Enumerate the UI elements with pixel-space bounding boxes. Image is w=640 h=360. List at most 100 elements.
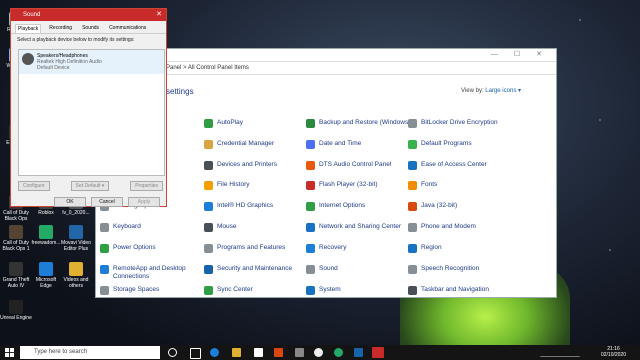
control-panel-item[interactable]: Flash Player (32-bit)	[306, 181, 416, 190]
control-panel-item[interactable]: Storage Spaces	[100, 286, 210, 295]
desktop-icon-label: Call of Duty Black Ops 1	[2, 240, 30, 252]
maximize-icon[interactable]: ☐	[514, 49, 520, 61]
control-panel-item[interactable]: Credential Manager	[204, 140, 314, 149]
windows-start-icon[interactable]	[5, 348, 14, 357]
desktop-icon-label: Unreal Engine	[0, 315, 32, 321]
view-by[interactable]: View by: Large icons ▾	[461, 87, 521, 94]
control-panel-item[interactable]: BitLocker Drive Encryption	[408, 119, 518, 128]
clock-date: 02/10/2020	[600, 352, 626, 358]
control-panel-item[interactable]: Region	[408, 244, 518, 253]
control-panel-item-icon	[408, 286, 417, 295]
app-icon[interactable]	[274, 348, 283, 357]
control-panel-item[interactable]: Sync Center	[204, 286, 314, 295]
app-icon[interactable]	[314, 348, 323, 357]
view-by-dropdown[interactable]: Large icons ▾	[485, 88, 521, 94]
control-panel-item-icon	[408, 181, 417, 190]
desktop-icon[interactable]: freewadom...	[30, 225, 62, 246]
ok-button[interactable]: OK	[54, 197, 86, 207]
configure-button[interactable]: Configure	[18, 181, 50, 191]
control-panel-item[interactable]: Fonts	[408, 181, 518, 190]
control-panel-item[interactable]: Network and Sharing Center	[306, 223, 416, 232]
control-panel-item-icon	[204, 161, 213, 170]
desktop-icon-label: Grand Theft Auto IV	[2, 277, 30, 289]
control-panel-item-icon	[100, 223, 109, 232]
taskbar-search[interactable]: Type here to search	[20, 346, 160, 359]
control-panel-item[interactable]: Backup and Restore (Windows 7)	[306, 119, 416, 128]
control-panel-item[interactable]: Sound	[306, 265, 416, 274]
breadcrumb[interactable]: Panel > All Control Panel Items	[166, 65, 249, 71]
control-panel-item-icon	[408, 223, 417, 232]
control-panel-item[interactable]: Default Programs	[408, 140, 518, 149]
cancel-button[interactable]: Cancel	[91, 197, 123, 207]
desktop-icon[interactable]: Movavi Video Editor Plus	[60, 225, 92, 252]
control-panel-item[interactable]: System	[306, 286, 416, 295]
control-panel-item[interactable]: Recovery	[306, 244, 416, 253]
control-panel-item-icon	[204, 181, 213, 190]
control-panel-item[interactable]: Date and Time	[306, 140, 416, 149]
desktop-icon[interactable]: Call of Duty Black Ops 1	[0, 225, 32, 252]
tab-sounds[interactable]: Sounds	[80, 24, 101, 33]
control-panel-item-label: Speech Recognition	[421, 265, 480, 272]
system-tray-icons[interactable]	[540, 349, 580, 357]
desktop-icon[interactable]: Unreal Engine	[0, 300, 32, 321]
control-panel-item-icon	[408, 161, 417, 170]
search-input[interactable]: Type here to search	[34, 349, 87, 355]
control-panel-item[interactable]: DTS Audio Control Panel	[306, 161, 416, 170]
taskbar-clock[interactable]: 21:16 02/10/2020	[601, 346, 626, 358]
control-panel-item[interactable]: Security and Maintenance	[204, 265, 314, 274]
task-switch-icon[interactable]	[190, 348, 201, 359]
control-panel-item-label: BitLocker Drive Encryption	[421, 119, 498, 126]
control-panel-item[interactable]: Java (32-bit)	[408, 202, 518, 211]
app-icon[interactable]	[354, 348, 363, 357]
control-panel-item-label: Security and Maintenance	[217, 265, 293, 272]
desktop-app-icon	[69, 225, 83, 239]
control-panel-item-icon	[306, 119, 315, 128]
properties-button[interactable]: Properties	[130, 181, 163, 191]
app-icon[interactable]	[334, 348, 343, 357]
playback-device-list[interactable]: Speakers/Headphones Realtek High Definit…	[18, 49, 165, 176]
control-panel-item[interactable]: AutoPlay	[204, 119, 314, 128]
desktop-icon[interactable]: Videos and others	[60, 262, 92, 289]
app-icon[interactable]	[295, 348, 304, 357]
control-panel-item[interactable]: Ease of Access Center	[408, 161, 518, 170]
control-panel-item[interactable]: RemoteApp and Desktop Connections	[100, 265, 210, 281]
control-panel-item-icon	[100, 265, 109, 274]
sound-description: Select a playback device below to modify…	[17, 37, 135, 43]
set-default-button[interactable]: Set Default ▾	[70, 181, 110, 191]
control-panel-item-label: Programs and Features	[217, 244, 286, 251]
edge-icon[interactable]	[210, 348, 219, 357]
control-panel-item-label: AutoPlay	[217, 119, 244, 126]
control-panel-item[interactable]: Devices and Printers	[204, 161, 314, 170]
desktop-icon[interactable]: Microsoft Edge	[30, 262, 62, 289]
task-view-icon[interactable]	[168, 348, 177, 357]
control-panel-item[interactable]: Internet Options	[306, 202, 416, 211]
control-panel-item-icon	[204, 244, 213, 253]
sound-app-icon[interactable]	[372, 347, 384, 358]
minimize-icon[interactable]: —	[491, 49, 498, 61]
tab-recording[interactable]: Recording	[47, 24, 74, 33]
control-panel-item-icon	[306, 181, 315, 190]
control-panel-item[interactable]: Intel® HD Graphics	[204, 202, 314, 211]
control-panel-item[interactable]: Taskbar and Navigation	[408, 286, 518, 295]
control-panel-item[interactable]: Keyboard	[100, 223, 210, 232]
desktop-icon[interactable]: Grand Theft Auto IV	[0, 262, 32, 289]
close-icon[interactable]: ✕	[156, 9, 162, 21]
dialog-buttons: OK Cancel Apply	[54, 197, 160, 207]
control-panel-item[interactable]: Phone and Modem	[408, 223, 518, 232]
control-panel-item[interactable]: Speech Recognition	[408, 265, 518, 274]
close-icon[interactable]: ✕	[536, 49, 542, 61]
tab-communications[interactable]: Communications	[107, 24, 148, 33]
control-panel-item[interactable]: File History	[204, 181, 314, 190]
store-icon[interactable]	[254, 348, 263, 357]
control-panel-item[interactable]: Programs and Features	[204, 244, 314, 253]
control-panel-item-label: Devices and Printers	[217, 161, 277, 168]
desktop-app-icon	[39, 225, 53, 239]
file-explorer-icon[interactable]	[232, 348, 241, 357]
apply-button[interactable]: Apply	[128, 197, 160, 207]
control-panel-item[interactable]: Mouse	[204, 223, 314, 232]
control-panel-item[interactable]: Power Options	[100, 244, 210, 253]
desktop-icon-label: Movavi Video Editor Plus	[61, 240, 91, 252]
list-item[interactable]: Speakers/Headphones Realtek High Definit…	[19, 50, 164, 74]
desktop-icon-label: Microsoft Edge	[35, 277, 57, 289]
tab-playback[interactable]: Playback	[15, 24, 42, 33]
